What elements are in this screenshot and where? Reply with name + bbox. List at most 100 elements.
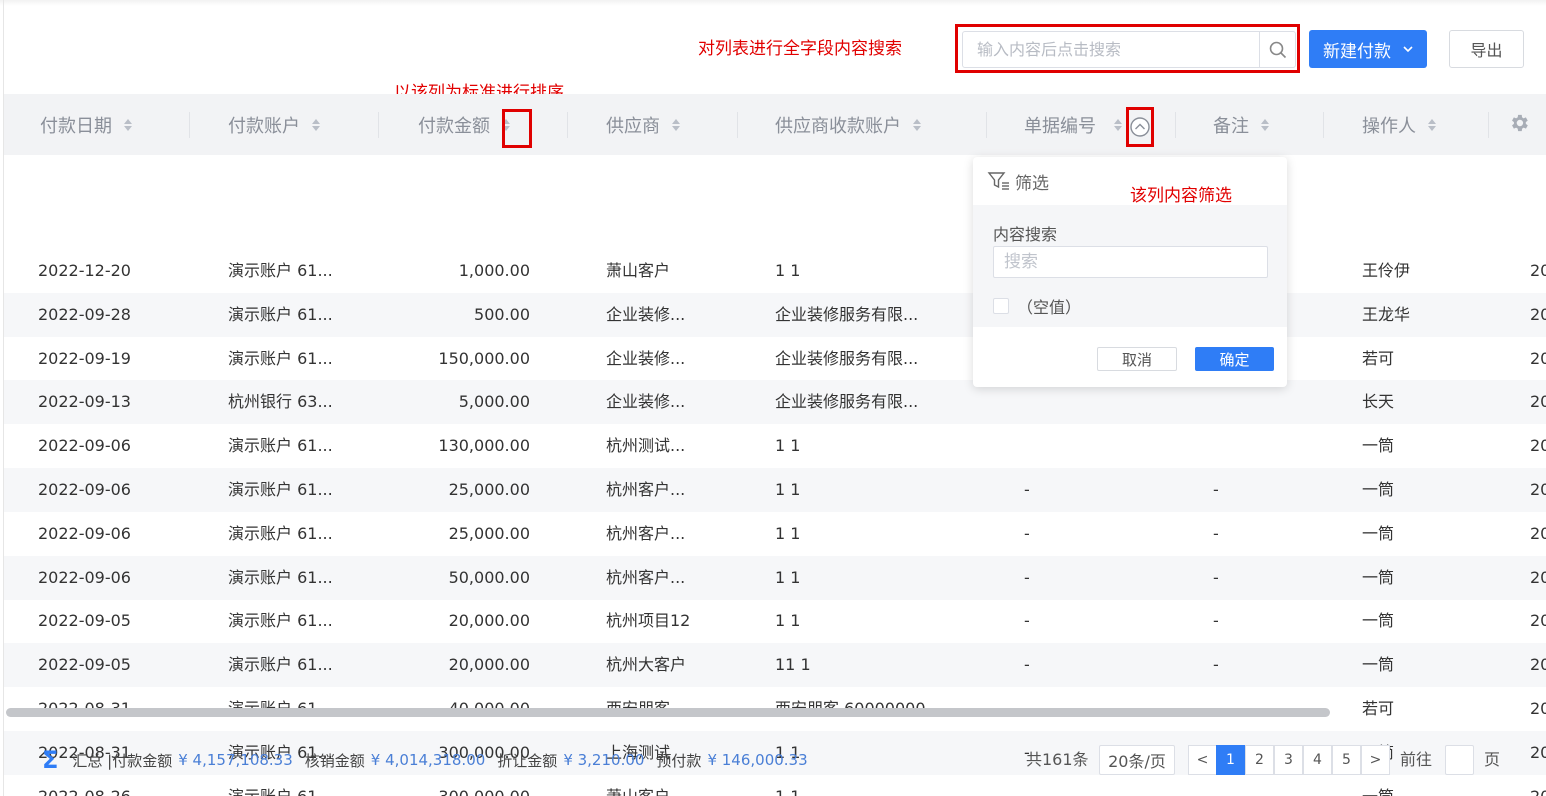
null-value-option[interactable]: （空值） — [993, 294, 1081, 318]
sort-icon[interactable] — [1261, 118, 1269, 131]
column-divider — [986, 112, 987, 138]
table-row[interactable]: 2022-09-28 演示账户 61... 500.00 企业装修... 企业装修服务有… — [4, 292, 1546, 337]
summary-label: 预付款 — [656, 751, 702, 770]
table-cell: 杭州客户... — [606, 523, 686, 543]
page-size-select[interactable]: 20条/页 — [1099, 745, 1175, 775]
summary-bar: Σ 汇总 | 付款金额 ¥ 4,157,108.33 核销金额 ¥ 4,014,… — [42, 745, 820, 775]
search-annotation: 对列表进行全字段内容搜索 — [698, 39, 902, 59]
table-cell: 演示账户 61... — [228, 611, 333, 631]
summary-label: 核销金额 — [304, 751, 365, 770]
filter-search-input[interactable]: 搜索 — [993, 246, 1268, 278]
table-cell: 杭州大客户 — [606, 655, 687, 675]
filter-toggle-icon[interactable] — [1129, 116, 1151, 138]
table-cell: 萧山客户 — [606, 261, 671, 280]
goto-label: 前往 — [1400, 750, 1433, 769]
column-header-label: 单据编号 — [1024, 115, 1096, 137]
sort-icon[interactable] — [312, 118, 320, 131]
table-cell: 若可 — [1362, 699, 1395, 718]
null-value-checkbox[interactable] — [993, 298, 1009, 314]
page-button-4[interactable]: 4 — [1303, 745, 1332, 775]
table-cell: 2022-09-05 — [38, 611, 131, 631]
horizontal-scrollbar[interactable] — [6, 708, 1330, 717]
sort-icon[interactable] — [1114, 118, 1122, 131]
table-row[interactable]: 2022-09-06 演示账户 61... 25,000.00 杭州客户... 1 1 -… — [4, 512, 1546, 556]
table-cell: 一筒 — [1362, 775, 1394, 796]
page-button-2[interactable]: 2 — [1245, 745, 1274, 775]
table-cell: 20 — [1530, 348, 1546, 368]
table-cell: 企业装修服务有限... — [775, 348, 919, 368]
prev-page-button[interactable]: < — [1188, 745, 1217, 775]
table-cell: 1 1 — [775, 480, 801, 499]
table-cell: 150,000.00 — [438, 348, 530, 368]
table-cell: 一筒 — [1362, 567, 1395, 587]
table-cell: 20 — [1530, 611, 1546, 631]
page-button-3[interactable]: 3 — [1274, 745, 1303, 775]
table-cell: 一筒 — [1362, 436, 1395, 456]
table-row[interactable]: 2022-09-05 演示账户 61... 20,000.00 杭州大客户 11 1 - -… — [4, 643, 1546, 688]
gear-icon[interactable] — [1508, 112, 1530, 134]
search-input[interactable] — [963, 32, 1259, 67]
table-row[interactable]: 2022-09-06 演示账户 61... 130,000.00 杭州测试... 1 1… — [4, 424, 1546, 468]
sort-icon[interactable] — [913, 118, 921, 131]
search-button[interactable] — [1259, 32, 1295, 67]
summary-value: ¥ 3,210.00 — [563, 751, 645, 769]
table-cell: 杭州测试... — [606, 436, 686, 456]
column-header-payment-date[interactable]: 付款日期 — [40, 94, 132, 155]
export-button[interactable]: 导出 — [1449, 30, 1524, 68]
table-cell: 演示账户 61... — [228, 261, 333, 280]
filter-confirm-button[interactable]: 确定 — [1195, 347, 1274, 371]
top-shadow — [0, 0, 1546, 6]
table-cell: 20 — [1530, 699, 1546, 718]
summary-value: ¥ 4,014,318.00 — [370, 751, 486, 769]
goto-page-input[interactable] — [1445, 745, 1474, 775]
column-header-supplier-account[interactable]: 供应商收款账户 — [775, 94, 921, 155]
table-row[interactable]: 2022-09-19 演示账户 61... 150,000.00 企业装修... 企业装… — [4, 337, 1546, 381]
table-row[interactable]: 2022-09-06 演示账户 61... 25,000.00 杭州客户... 1 1 -… — [4, 468, 1546, 512]
filter-icon — [987, 172, 1009, 190]
table-cell: 长天 — [1362, 392, 1395, 412]
new-payment-button[interactable]: 新建付款 — [1309, 30, 1427, 68]
column-divider — [378, 112, 379, 138]
column-header-remarks[interactable]: 备注 — [1213, 94, 1269, 155]
table-row[interactable]: 2022-09-13 杭州银行 63... 5,000.00 企业装修... 企业装修服… — [4, 380, 1546, 425]
table-cell: 演示账户 61... — [228, 480, 333, 499]
table-cell: 20 — [1530, 775, 1546, 796]
sort-icon[interactable] — [124, 118, 132, 131]
summary-label: 付款金额 — [112, 751, 173, 770]
column-header-payment-amount[interactable]: 付款金额 — [418, 94, 510, 155]
page-button-5[interactable]: 5 — [1332, 745, 1361, 775]
filter-cancel-button[interactable]: 取消 — [1097, 347, 1177, 371]
table-cell: 2022-08-26 — [38, 775, 131, 796]
column-header-payment-account[interactable]: 付款账户 — [228, 94, 320, 155]
table-cell: 20 — [1530, 523, 1546, 543]
page-suffix: 页 — [1484, 750, 1501, 769]
column-header-label: 供应商 — [606, 115, 660, 137]
next-page-button[interactable]: > — [1361, 745, 1390, 775]
column-header-document-number[interactable]: 单据编号 — [1024, 94, 1122, 155]
table-cell: 企业装修... — [606, 348, 686, 368]
table-row[interactable]: 2022-09-05 演示账户 61... 20,000.00 杭州项目12 1 1 - -… — [4, 599, 1546, 643]
table-cell: 130,000.00 — [438, 436, 530, 456]
table-cell: 5,000.00 — [458, 392, 530, 412]
table-row[interactable]: 2022-09-06 演示账户 61... 50,000.00 杭州客户... 1 1 -… — [4, 555, 1546, 600]
column-header-label: 付款账户 — [228, 115, 300, 137]
table-cell: 1 1 — [775, 775, 800, 796]
table-cell: 2022-09-06 — [38, 480, 131, 499]
table-cell: 1 1 — [775, 611, 801, 631]
sort-icon[interactable] — [1428, 118, 1436, 131]
table-cell: 企业装修服务有限... — [775, 304, 919, 324]
table-cell: 1 1 — [775, 436, 801, 456]
table-row[interactable]: 2022-12-20 演示账户 61... 1,000.00 萧山客户 1 1 王伶伊 20 — [4, 249, 1546, 293]
table-cell: 企业装修... — [606, 304, 686, 324]
column-header-supplier[interactable]: 供应商 — [606, 94, 680, 155]
table-cell: 20 — [1530, 567, 1546, 587]
page-button-1[interactable]: 1 — [1216, 745, 1245, 775]
column-header-operator[interactable]: 操作人 — [1362, 94, 1436, 155]
sort-icon[interactable] — [672, 118, 680, 131]
payment-list-page: 对列表进行全字段内容搜索 新建付款 导出 以该列为标准进行排序 付款日期 付款账… — [0, 0, 1546, 796]
table-cell: 2022-09-13 — [38, 392, 131, 412]
table-row[interactable]: 2022-08-26 演示账户 61... 300,000.00 萧山客户 1 1 - - 一… — [4, 775, 1546, 796]
null-value-label: （空值） — [1017, 298, 1082, 317]
table-cell: 1 1 — [775, 523, 801, 543]
sort-highlight-box — [502, 109, 532, 148]
